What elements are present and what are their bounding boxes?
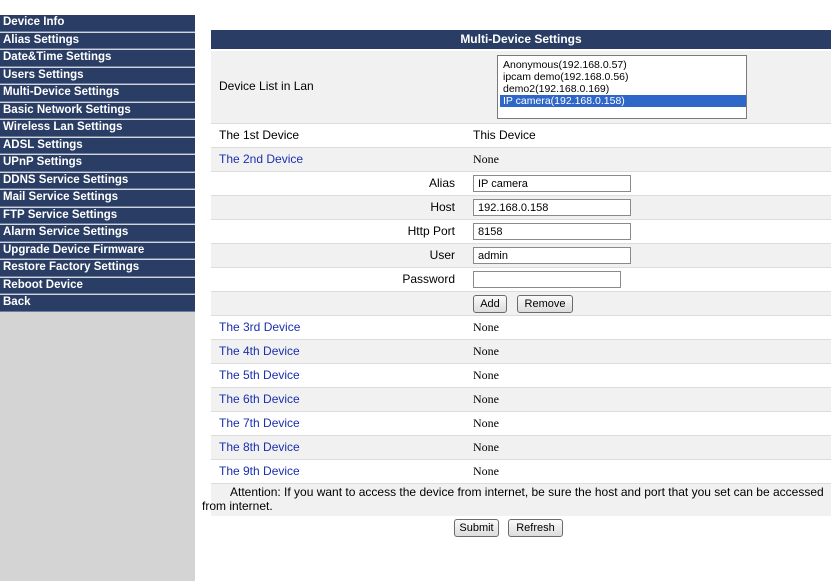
password-input[interactable] [473, 271, 621, 288]
device-list-option[interactable]: ipcam demo(192.168.0.56) [500, 71, 746, 83]
submit-button[interactable]: Submit [454, 519, 499, 537]
device-list-option-selected[interactable]: IP camera(192.168.0.158) [500, 95, 746, 107]
second-device-row: The 2nd Device None [211, 148, 831, 172]
add-button[interactable]: Add [473, 295, 507, 313]
device-row-6: The 6th Device None [211, 388, 831, 412]
device-row-5: The 5th Device None [211, 364, 831, 388]
user-label: User [429, 248, 455, 262]
sidebar-item-restore-factory[interactable]: Restore Factory Settings [0, 260, 195, 277]
port-row: Http Port [211, 220, 831, 244]
device-row-9: The 9th Device None [211, 460, 831, 484]
sidebar-item-ddns-settings[interactable]: DDNS Service Settings [0, 172, 195, 189]
remove-button[interactable]: Remove [517, 295, 573, 313]
second-device-label[interactable]: The 2nd Device [219, 152, 303, 166]
panel-title: Multi-Device Settings [211, 30, 831, 49]
sidebar-item-datetime-settings[interactable]: Date&Time Settings [0, 50, 195, 67]
device-3-label[interactable]: The 3rd Device [219, 320, 300, 334]
first-device-row: The 1st Device This Device [211, 124, 831, 148]
sidebar-item-basic-network-settings[interactable]: Basic Network Settings [0, 102, 195, 119]
device-4-value: None [473, 344, 499, 358]
host-label: Host [430, 200, 455, 214]
multi-device-panel: Multi-Device Settings Device List in Lan… [202, 30, 831, 542]
sidebar-item-upnp-settings[interactable]: UPnP Settings [0, 155, 195, 172]
alias-row: Alias [211, 172, 831, 196]
sidebar-menu: Device Info Alias Settings Date&Time Set… [0, 15, 195, 581]
device-8-value: None [473, 440, 499, 454]
user-row: User [211, 244, 831, 268]
port-input[interactable] [473, 223, 631, 240]
top-strip [0, 0, 831, 15]
alias-input[interactable] [473, 175, 631, 192]
sidebar-item-back[interactable]: Back [0, 295, 195, 312]
device-list-option[interactable]: demo2(192.168.0.169) [500, 83, 746, 95]
port-label: Http Port [407, 224, 455, 238]
device-5-value: None [473, 368, 499, 382]
device-list-option[interactable]: Anonymous(192.168.0.57) [500, 59, 746, 71]
sidebar-item-alias-settings[interactable]: Alias Settings [0, 32, 195, 49]
device-row-8: The 8th Device None [211, 436, 831, 460]
sidebar-item-adsl-settings[interactable]: ADSL Settings [0, 137, 195, 154]
sidebar-item-device-info[interactable]: Device Info [0, 15, 195, 32]
password-label: Password [402, 272, 455, 286]
device-list-row: Device List in Lan Anonymous(192.168.0.5… [211, 51, 831, 124]
device-6-value: None [473, 392, 499, 406]
sidebar-item-upgrade-firmware[interactable]: Upgrade Device Firmware [0, 242, 195, 259]
submit-row: Submit Refresh [211, 516, 831, 542]
device-list-box[interactable]: Anonymous(192.168.0.57) ipcam demo(192.1… [497, 55, 747, 119]
sidebar-item-alarm-settings[interactable]: Alarm Service Settings [0, 225, 195, 242]
device-7-label[interactable]: The 7th Device [219, 416, 300, 430]
sidebar-item-ftp-settings[interactable]: FTP Service Settings [0, 207, 195, 224]
device-list-label: Device List in Lan [219, 79, 314, 93]
host-row: Host [211, 196, 831, 220]
device-7-value: None [473, 416, 499, 430]
sidebar-item-users-settings[interactable]: Users Settings [0, 67, 195, 84]
attention-row: Attention: If you want to access the dev… [202, 484, 831, 516]
user-input[interactable] [473, 247, 631, 264]
device-4-label[interactable]: The 4th Device [219, 344, 300, 358]
host-input[interactable] [473, 199, 631, 216]
second-device-value: None [473, 152, 499, 166]
sidebar-item-wireless-lan-settings[interactable]: Wireless Lan Settings [0, 120, 195, 137]
add-remove-row: Add Remove [211, 292, 831, 316]
alias-label: Alias [428, 176, 455, 190]
sidebar-item-mail-settings[interactable]: Mail Service Settings [0, 190, 195, 207]
device-8-label[interactable]: The 8th Device [219, 440, 300, 454]
refresh-button[interactable]: Refresh [508, 519, 563, 537]
device-9-label[interactable]: The 9th Device [219, 464, 300, 478]
sidebar-item-multi-device-settings[interactable]: Multi-Device Settings [0, 85, 195, 102]
device-row-3: The 3rd Device None [211, 316, 831, 340]
first-device-label: The 1st Device [219, 128, 300, 142]
device-5-label[interactable]: The 5th Device [219, 368, 300, 382]
sidebar-item-reboot-device[interactable]: Reboot Device [0, 277, 195, 294]
attention-text: Attention: If you want to access the dev… [202, 485, 824, 513]
device-row-7: The 7th Device None [211, 412, 831, 436]
device-3-value: None [473, 320, 499, 334]
device-6-label[interactable]: The 6th Device [219, 392, 300, 406]
device-9-value: None [473, 464, 499, 478]
password-row: Password [211, 268, 831, 292]
first-device-value: This Device [473, 128, 536, 142]
device-row-4: The 4th Device None [211, 340, 831, 364]
